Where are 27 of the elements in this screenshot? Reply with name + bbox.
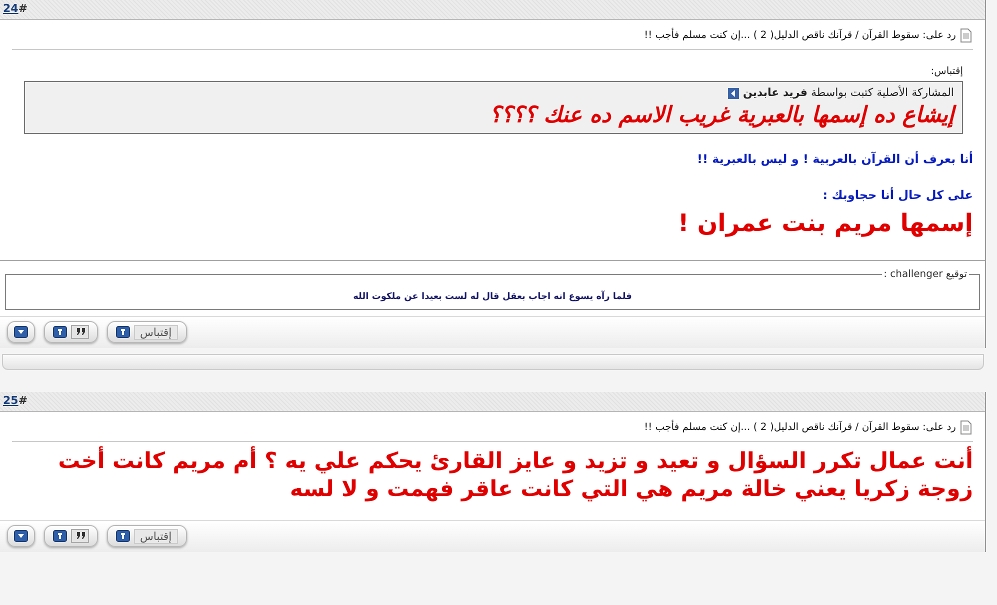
document-icon [959,420,973,434]
post-text: على كل حال أنا حجاوبك : [822,186,973,204]
post-text: إسمها مريم بنت عمران ! [676,208,973,238]
quote-marks-icon [71,529,89,543]
signature-text: فلما رآه يسوع انه اجاب بعقل قال له لست بعيدا عن ملكوت الله [353,292,632,302]
arrow-down-icon [14,326,28,338]
arrow-down-icon [14,530,28,542]
post-title: رد على: سقوط القرآن / قرآنك ناقص الدليل( 2 ) ...إن كنت مسلم فأجب !! [644,28,956,43]
multi-quote-button[interactable] [44,321,98,343]
post-title: رد على: سقوط القرآن / قرآنك ناقص الدليل( 2 ) ...إن كنت مسلم فأجب !! [644,420,956,434]
document-icon [959,28,973,43]
post-number-link[interactable]: 24 [3,1,18,18]
post-text: أنا بعرف أن القرآن بالعربية ! و ليس بالعبرية !! [696,150,973,168]
scroll-down-button[interactable] [7,525,35,547]
post-text: أنت عمال تكرر السؤال و تعيد و تزيد و عايز القارئ يحكم علي يه ؟ أم مريم كانت أخت زوجة زكريا يعني خالة مريم هي التي كانت عاقر فهمت و لا لسه [12,448,973,504]
scroll-down-button[interactable] [7,321,35,343]
quote-marks-icon [71,325,89,339]
quote-button[interactable]: إقتباس [107,321,187,343]
quote-label: إقتباس: [930,65,964,79]
quote-text: إيشاع ده إسمها بالعبرية غريب الاسم ده عنك ؟؟؟؟ [33,102,954,130]
multi-quote-button[interactable] [44,525,98,547]
post-number-link[interactable]: 25 [3,392,18,410]
signature-legend: توقيع challenger : [882,266,969,282]
post-hash: # [18,392,28,409]
post-hash: # [18,1,28,18]
quote-attribution: المشاركة الأصلية كتبت بواسطة فريد عابدين [742,85,954,101]
quote-button[interactable]: إقتباس [107,525,187,547]
